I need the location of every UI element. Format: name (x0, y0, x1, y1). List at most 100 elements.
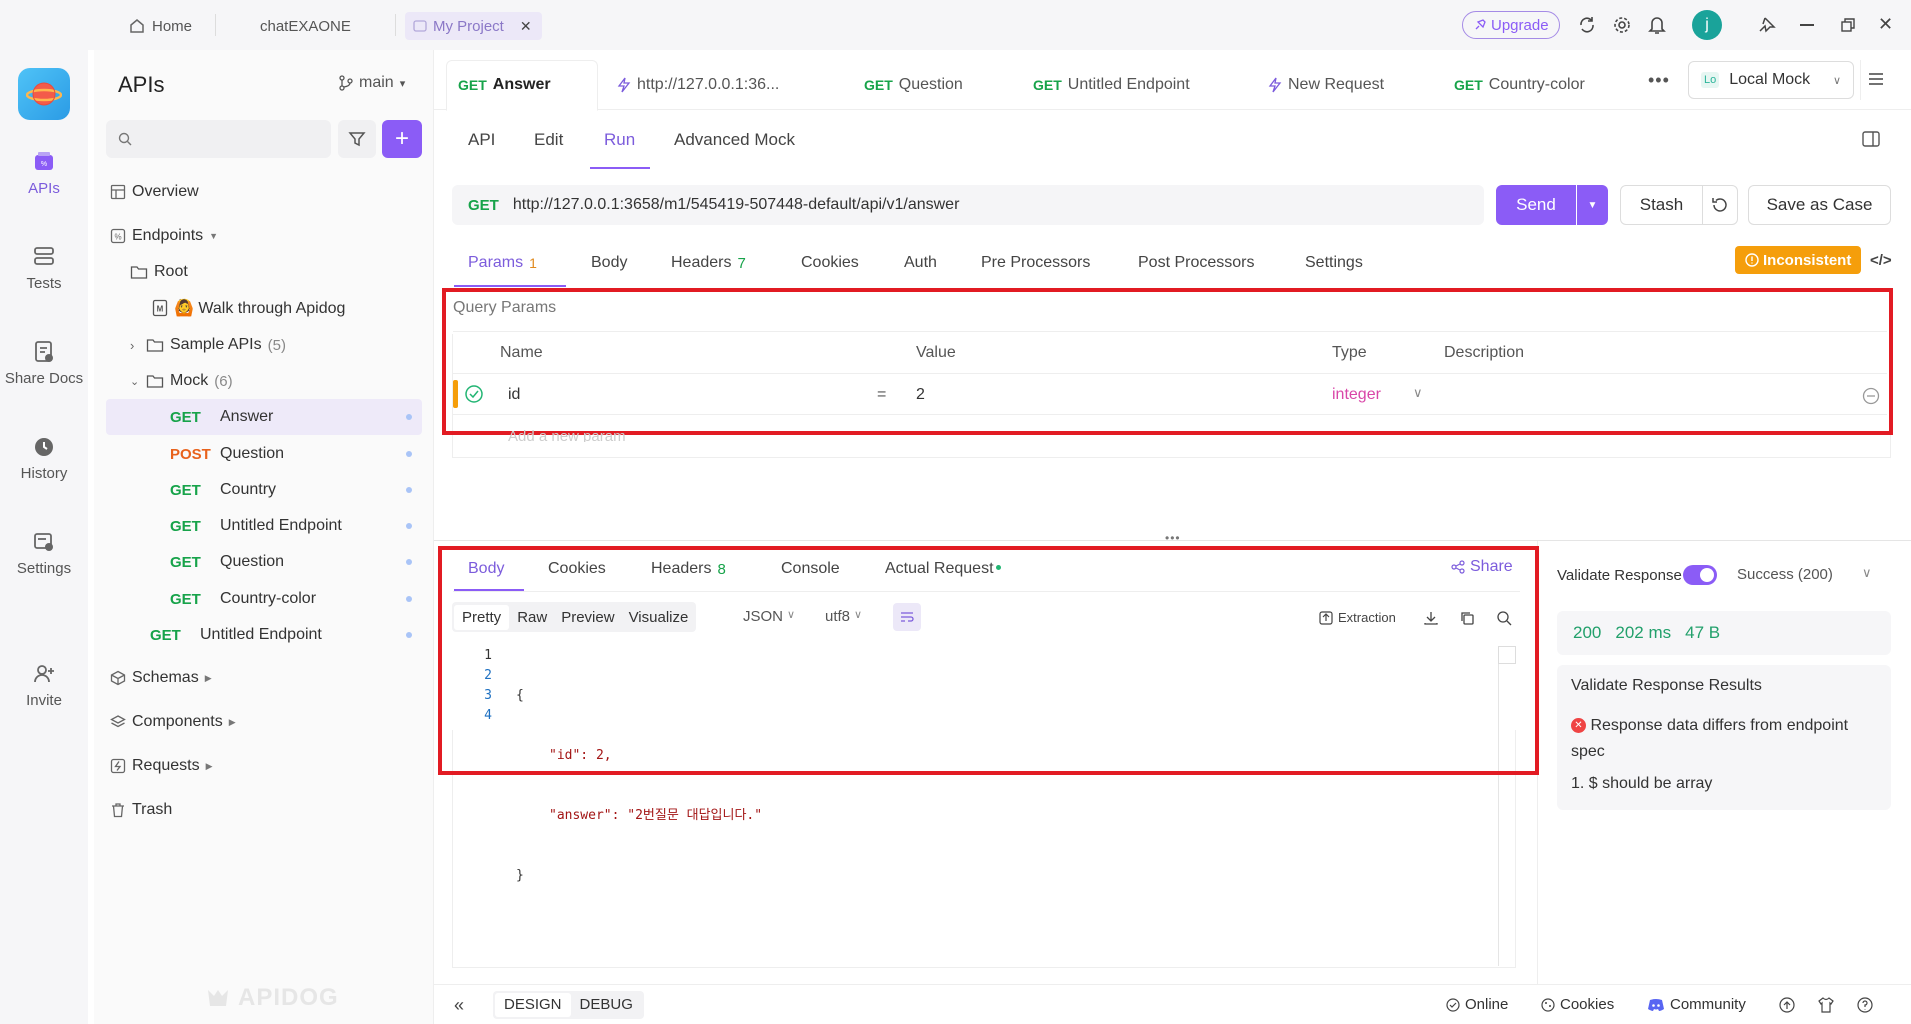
view-visualize[interactable]: Visualize (623, 605, 695, 630)
environment-selector[interactable]: Lo Local Mock ∨ (1688, 61, 1854, 99)
help-icon[interactable] (1857, 997, 1873, 1013)
endpoint-get-country[interactable]: GET Country (170, 475, 412, 505)
tab-settings[interactable]: Settings (1305, 248, 1363, 278)
rail-history[interactable]: History (0, 435, 88, 482)
community-button[interactable]: Community (1647, 996, 1746, 1013)
sidebar-item-overview[interactable]: Overview (110, 177, 199, 207)
tab-cookies[interactable]: Cookies (801, 248, 859, 278)
rail-settings[interactable]: Settings (0, 530, 88, 577)
chevron-down-icon[interactable]: ∨ (1413, 385, 1423, 401)
subtab-edit[interactable]: Edit (534, 122, 563, 158)
search-icon[interactable] (1496, 610, 1512, 626)
view-preview[interactable]: Preview (555, 605, 620, 630)
url-text[interactable]: http://127.0.0.1:3658/m1/545419-507448-d… (513, 196, 960, 214)
tab-home[interactable]: Home (128, 12, 192, 40)
sidebar-item-endpoints[interactable]: % Endpoints ▼ (110, 221, 218, 251)
resp-tab-cookies[interactable]: Cookies (548, 554, 606, 584)
stash-history-button[interactable] (1702, 185, 1738, 225)
url-bar[interactable]: GET http://127.0.0.1:3658/m1/545419-5074… (452, 185, 1484, 225)
extraction-button[interactable]: Extraction (1319, 610, 1396, 625)
validate-toggle[interactable] (1683, 565, 1717, 585)
resp-tab-actual-request[interactable]: Actual Request (885, 554, 1001, 584)
req-tab-question[interactable]: GET Question (864, 60, 963, 110)
stash-button[interactable]: Stash (1620, 185, 1703, 225)
cookies-button[interactable]: Cookies (1541, 996, 1614, 1013)
tab-headers[interactable]: Headers 7 (671, 248, 746, 278)
split-panel-icon[interactable] (1862, 131, 1880, 147)
subtab-advanced-mock[interactable]: Advanced Mock (674, 122, 795, 158)
collapse-sidebar-icon[interactable]: « (454, 995, 464, 1016)
share-button[interactable]: Share (1451, 558, 1513, 576)
endpoint-get-question[interactable]: GET Question (170, 547, 412, 577)
req-tab-untitled[interactable]: GET Untitled Endpoint (1033, 60, 1190, 110)
sidebar-item-schemas[interactable]: Schemas ▶ (110, 663, 212, 693)
minimize-icon[interactable] (1800, 24, 1814, 26)
copy-icon[interactable] (1459, 610, 1475, 626)
rail-tests[interactable]: Tests (0, 245, 88, 292)
endpoint-get-untitled-root[interactable]: GET Untitled Endpoint (150, 620, 412, 650)
tab-chatexaone[interactable]: chatEXAONE (260, 12, 351, 40)
sync-icon[interactable] (1578, 16, 1596, 34)
send-button[interactable]: Send (1496, 185, 1576, 225)
req-tab-url[interactable]: http://127.0.0.1:36... (617, 60, 779, 110)
folder-root[interactable]: Root (130, 257, 188, 287)
code-view-icon[interactable]: </> (1870, 252, 1892, 269)
add-button[interactable]: + (382, 120, 422, 158)
resp-tab-console[interactable]: Console (781, 554, 840, 584)
close-window-icon[interactable]: ✕ (1878, 14, 1893, 35)
mode-debug[interactable]: DEBUG (571, 993, 642, 1017)
endpoint-get-country-color[interactable]: GET Country-color (170, 584, 412, 614)
sidebar-item-trash[interactable]: Trash (110, 795, 172, 825)
req-tab-new-request[interactable]: New Request (1268, 60, 1384, 110)
param-type-select[interactable]: integer (1332, 386, 1381, 404)
send-options-button[interactable]: ▼ (1577, 185, 1608, 225)
add-param-input[interactable]: Add a new param (508, 428, 626, 442)
view-raw[interactable]: Raw (511, 605, 553, 630)
pin-icon[interactable] (1757, 15, 1777, 35)
rail-invite[interactable]: Invite (0, 662, 88, 709)
search-input[interactable] (140, 131, 320, 147)
rail-apis[interactable]: % APIs (0, 150, 88, 197)
sidebar-item-components[interactable]: Components ▶ (110, 707, 236, 737)
subtab-run[interactable]: Run (604, 122, 635, 158)
more-tabs-icon[interactable]: ••• (1648, 70, 1670, 91)
endpoint-get-untitled[interactable]: GET Untitled Endpoint (170, 511, 412, 541)
tab-post-processors[interactable]: Post Processors (1138, 248, 1254, 278)
doc-walkthrough[interactable]: M 🙆 Walk through Apidog (152, 293, 345, 323)
encoding-select[interactable]: utf8 ∨ (825, 608, 862, 625)
settings-gear-icon[interactable] (1613, 16, 1631, 34)
tab-auth[interactable]: Auth (904, 248, 937, 278)
folder-sample-apis[interactable]: › Sample APIs (5) (130, 330, 286, 360)
resp-tab-headers[interactable]: Headers 8 (651, 554, 726, 584)
tab-params[interactable]: Params 1 (468, 248, 537, 278)
response-code[interactable]: { "id": 2, "answer": "2번질문 대답입니다." } (516, 646, 762, 906)
sidebar-item-requests[interactable]: Requests ▶ (110, 751, 213, 781)
search-box[interactable] (106, 120, 331, 158)
param-value-field[interactable]: 2 (916, 386, 925, 404)
tab-body[interactable]: Body (591, 248, 627, 278)
avatar[interactable]: j (1692, 10, 1722, 40)
endpoint-get-answer[interactable]: GET Answer (170, 402, 412, 432)
upload-icon[interactable] (1779, 997, 1795, 1013)
online-status[interactable]: Online (1446, 996, 1508, 1013)
download-icon[interactable] (1423, 610, 1439, 626)
format-select[interactable]: JSON ∨ (743, 608, 795, 625)
param-name-field[interactable]: id (508, 386, 520, 404)
close-tab-icon[interactable]: ✕ (520, 18, 532, 35)
resp-tab-body[interactable]: Body (468, 554, 504, 584)
chevron-down-icon[interactable]: ∨ (1862, 565, 1872, 581)
resize-handle-icon[interactable]: ••• (1165, 531, 1181, 545)
endpoint-post-question[interactable]: POST Question (170, 439, 412, 469)
upgrade-button[interactable]: Upgrade (1462, 11, 1560, 39)
bell-icon[interactable] (1648, 15, 1666, 35)
mode-design[interactable]: DESIGN (495, 993, 571, 1017)
rail-share-docs[interactable]: Share Docs (0, 340, 88, 387)
filter-button[interactable] (338, 120, 376, 158)
req-tab-country-color[interactable]: GET Country-color (1454, 60, 1585, 110)
validate-status-select[interactable]: Success (200) (1737, 566, 1833, 583)
folder-mock[interactable]: ⌄ Mock (6) (130, 366, 233, 396)
menu-icon[interactable] (1868, 72, 1884, 86)
branch-selector[interactable]: main ▾ (339, 74, 405, 92)
tab-my-project[interactable]: My Project ✕ (405, 12, 542, 40)
wrap-lines-button[interactable] (893, 603, 921, 631)
